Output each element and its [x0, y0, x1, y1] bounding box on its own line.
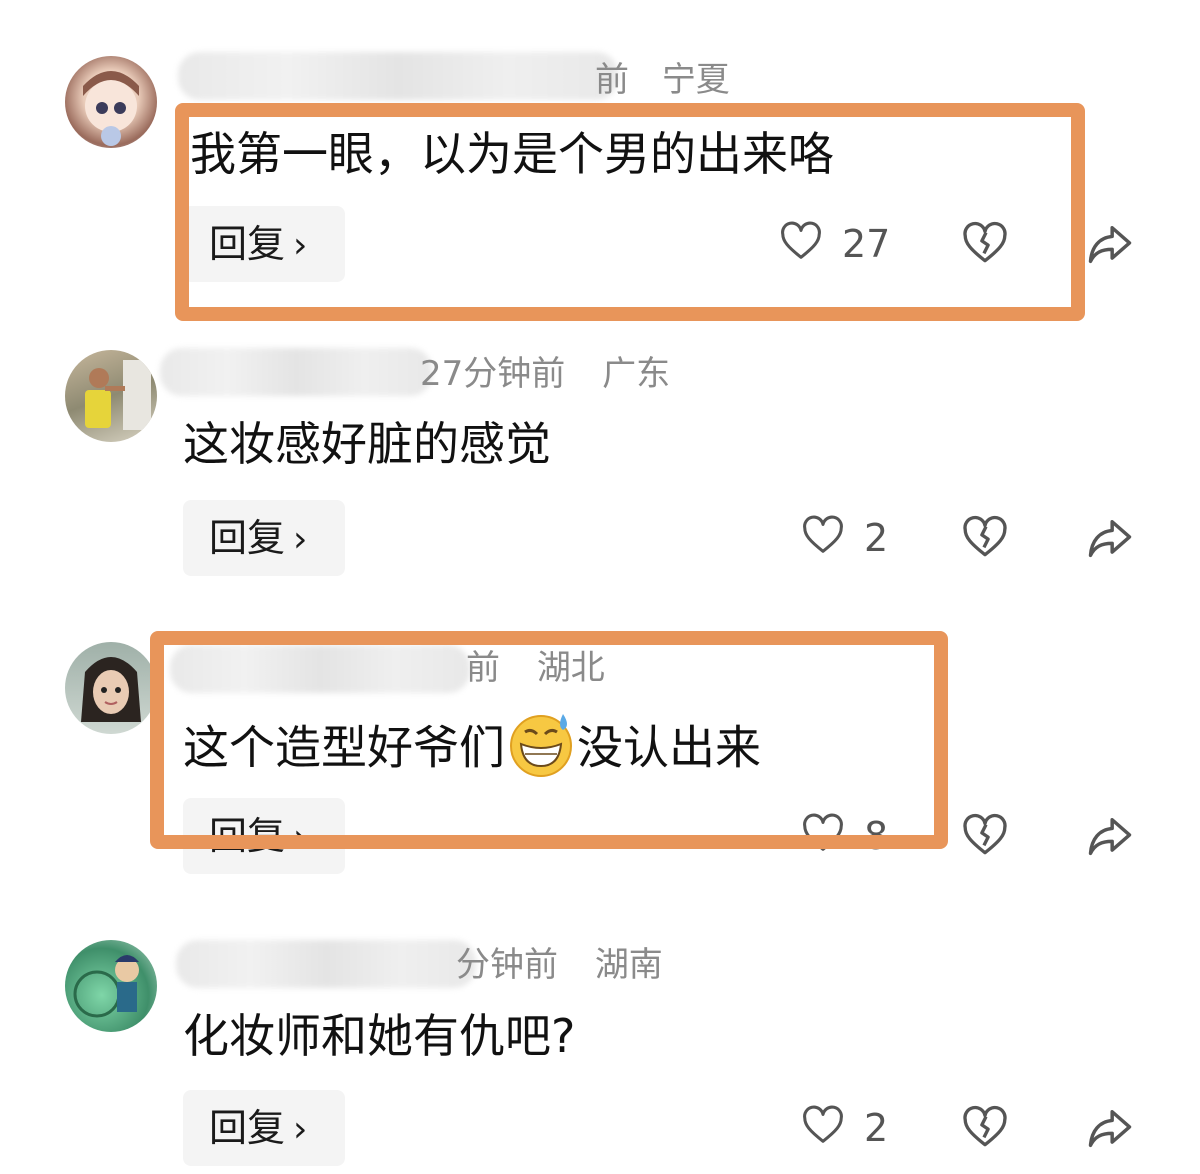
comment-text-part: 没认出来 — [577, 720, 761, 775]
comment-meta: 前 宁夏 — [595, 58, 730, 102]
heart-outline-icon — [803, 1105, 843, 1143]
avatar[interactable] — [65, 642, 157, 734]
comment-text: 这妆感好脏的感觉 — [183, 417, 551, 471]
location: 湖北 — [536, 648, 605, 688]
reply-label: 回复 — [209, 814, 286, 858]
like-button[interactable]: 2 — [800, 508, 900, 568]
dislike-button[interactable] — [960, 512, 1012, 564]
avatar-illustration — [85, 360, 151, 430]
like-button[interactable]: 2 — [800, 1098, 900, 1158]
grinning-sweat-emoji — [505, 708, 577, 794]
comment-meta: 前 湖北 — [466, 646, 605, 690]
chevron-right-icon: › — [293, 225, 308, 266]
reply-button[interactable]: 回复 › — [183, 798, 345, 874]
timestamp: 前 — [466, 648, 500, 688]
reply-label: 回复 — [209, 222, 286, 266]
like-count: 2 — [864, 516, 889, 560]
reply-label: 回复 — [209, 1106, 286, 1150]
reply-button[interactable]: 回复 › — [183, 206, 345, 282]
broken-heart-icon — [963, 221, 1007, 263]
share-button[interactable] — [1084, 218, 1136, 270]
avatar[interactable] — [65, 56, 157, 148]
share-arrow-icon — [1088, 1110, 1132, 1148]
username-blurred — [170, 645, 470, 693]
share-button[interactable] — [1084, 810, 1136, 862]
comment-meta: 分钟前 湖南 — [456, 943, 663, 987]
like-button[interactable]: 8 — [800, 806, 900, 866]
reply-button[interactable]: 回复 › — [183, 500, 345, 576]
location: 广东 — [602, 354, 671, 394]
comment-text: 化妆师和她有仇吧? — [183, 1009, 576, 1063]
comment-text-part: 这个造型好爷们 — [183, 720, 505, 775]
timestamp: 27分钟前 — [420, 354, 566, 394]
timestamp: 前 — [595, 60, 629, 100]
location: 宁夏 — [661, 60, 730, 100]
like-count: 8 — [864, 814, 889, 858]
avatar-illustration — [83, 71, 139, 146]
comment-text: 这个造型好爷们 没认出来 — [183, 708, 761, 794]
chevron-right-icon: › — [293, 1109, 308, 1150]
dislike-button[interactable] — [960, 1102, 1012, 1154]
username-blurred — [160, 348, 432, 396]
like-count: 2 — [864, 1106, 889, 1150]
location: 湖南 — [594, 945, 663, 985]
reply-label: 回复 — [209, 516, 286, 560]
comment-text: 我第一眼，以为是个男的出来咯 — [190, 127, 834, 181]
avatar[interactable] — [65, 350, 157, 442]
avatar-illustration — [81, 657, 141, 722]
dislike-button[interactable] — [960, 810, 1012, 862]
broken-heart-icon — [963, 1105, 1007, 1147]
heart-outline-icon — [781, 221, 821, 259]
share-button[interactable] — [1084, 512, 1136, 564]
avatar-illustration — [73, 955, 139, 1018]
chevron-right-icon: › — [293, 519, 308, 560]
share-button[interactable] — [1084, 1102, 1136, 1154]
heart-outline-icon — [803, 813, 843, 851]
username-blurred — [176, 940, 476, 988]
comment-meta: 27分钟前 广东 — [420, 352, 670, 396]
share-arrow-icon — [1088, 520, 1132, 558]
broken-heart-icon — [963, 515, 1007, 557]
username-blurred — [178, 52, 618, 100]
chevron-right-icon: › — [293, 817, 308, 858]
like-button[interactable]: 27 — [778, 214, 898, 274]
share-arrow-icon — [1088, 226, 1132, 264]
heart-outline-icon — [803, 515, 843, 553]
dislike-button[interactable] — [960, 218, 1012, 270]
like-count: 27 — [842, 222, 891, 266]
timestamp: 分钟前 — [456, 945, 558, 985]
avatar[interactable] — [65, 940, 157, 1032]
reply-button[interactable]: 回复 › — [183, 1090, 345, 1166]
share-arrow-icon — [1088, 818, 1132, 856]
broken-heart-icon — [963, 813, 1007, 855]
